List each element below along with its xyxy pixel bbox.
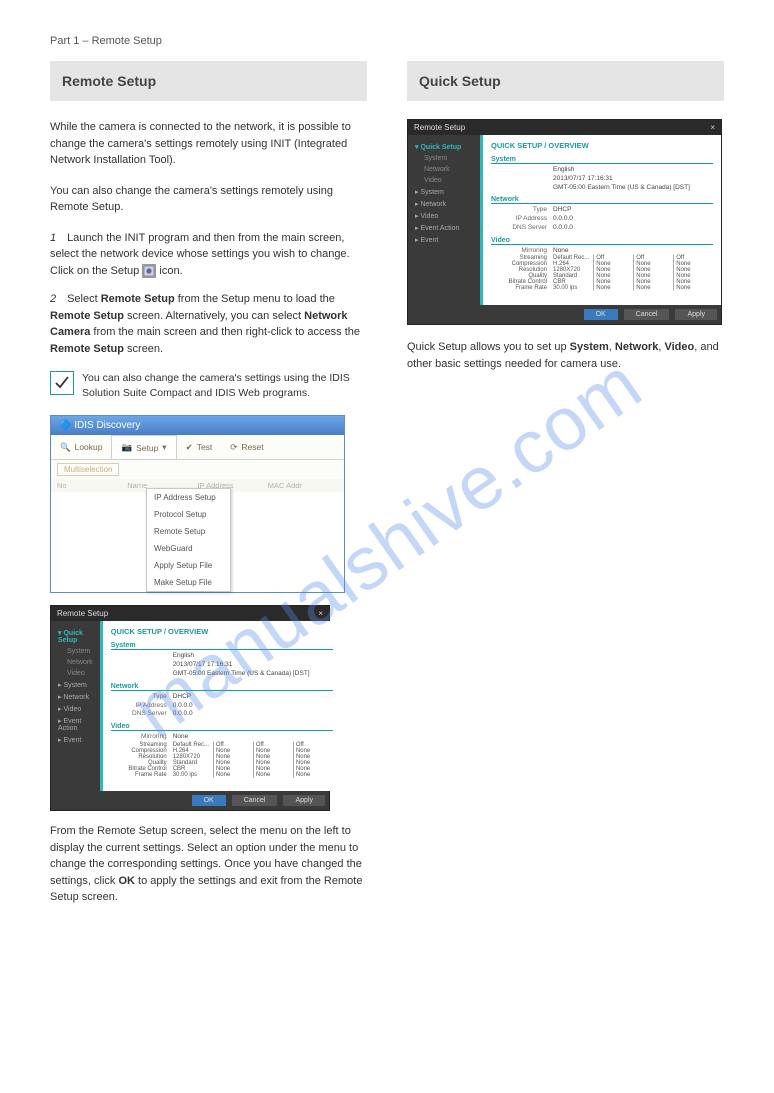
step-1: 1 Launch the INIT program and then from … — [50, 230, 367, 280]
quick-setup-description: Quick Setup allows you to set up System,… — [407, 339, 724, 372]
section-video: Video — [111, 723, 333, 731]
nav-event-action[interactable]: ▸ Event Action — [408, 222, 480, 234]
breadcrumb: QUICK SETUP / OVERVIEW — [111, 627, 333, 636]
chapter-label: Part 1 – Remote Setup — [50, 35, 724, 47]
menu-remote-setup[interactable]: Remote Setup — [147, 523, 230, 540]
nav-network-sub[interactable]: Network — [51, 657, 100, 668]
nav-video-sub[interactable]: Video — [408, 175, 480, 186]
section-system: System — [491, 156, 713, 164]
section-system: System — [111, 642, 333, 650]
remote-setup-window-small: Remote Setup × ▾ Quick Setup System Netwo… — [50, 605, 330, 811]
section-header-quick-setup: Quick Setup — [407, 61, 724, 101]
nav-video[interactable]: ▸ Video — [51, 703, 100, 715]
menu-webguard[interactable]: WebGuard — [147, 540, 230, 557]
menu-apply-setup-file[interactable]: Apply Setup File — [147, 557, 230, 574]
nav-event[interactable]: ▸ Event — [51, 734, 100, 746]
net-dns: 0.0.0.0 — [173, 710, 333, 719]
net-dns: 0.0.0.0 — [553, 224, 713, 233]
nav-video-sub[interactable]: Video — [51, 668, 100, 679]
reset-button[interactable]: ⟳ Reset — [221, 435, 272, 459]
step-2: 2 Select Remote Setup from the Setup men… — [50, 291, 367, 357]
rs-title: Remote Setup — [414, 123, 465, 132]
nav-quick-setup[interactable]: ▾ Quick Setup — [408, 141, 480, 153]
rs-sidebar: ▾ Quick Setup System Network Video ▸ Sys… — [408, 135, 480, 305]
rs-title: Remote Setup — [57, 609, 108, 618]
nav-system[interactable]: ▸ System — [51, 679, 100, 691]
nav-video[interactable]: ▸ Video — [408, 210, 480, 222]
multiselection-toggle[interactable]: Multiselection — [57, 463, 119, 476]
intro-paragraph-1: While the camera is connected to the net… — [50, 119, 367, 169]
close-icon[interactable]: × — [318, 609, 323, 618]
nav-quick-setup[interactable]: ▾ Quick Setup — [51, 627, 100, 646]
rs-content: QUICK SETUP / OVERVIEW System English 20… — [100, 621, 341, 791]
setup-dropdown-menu: IP Address Setup Protocol Setup Remote S… — [146, 488, 231, 592]
nav-event[interactable]: ▸ Event — [408, 234, 480, 246]
intro-paragraph-2: You can also change the camera's setting… — [50, 183, 367, 216]
nav-system-sub[interactable]: System — [408, 153, 480, 164]
nav-event-action[interactable]: ▸ Event Action — [51, 715, 100, 734]
menu-make-setup-file[interactable]: Make Setup File — [147, 574, 230, 591]
cancel-button[interactable]: Cancel — [232, 795, 278, 806]
nav-system[interactable]: ▸ System — [408, 186, 480, 198]
remote-setup-window-big: Remote Setup × ▾ Quick Setup System Netwo… — [407, 119, 722, 325]
system-tz: GMT-05:00 Eastern Time (US & Canada) [DS… — [173, 670, 333, 679]
breadcrumb: QUICK SETUP / OVERVIEW — [491, 141, 713, 150]
note-block: You can also change the camera's setting… — [50, 371, 367, 401]
net-ip: 0.0.0.0 — [173, 702, 333, 711]
section-video: Video — [491, 237, 713, 245]
net-type: DHCP — [173, 693, 333, 702]
nav-system-sub[interactable]: System — [51, 646, 100, 657]
setup-icon — [142, 264, 156, 278]
nav-network[interactable]: ▸ Network — [51, 691, 100, 703]
system-lang: English — [553, 166, 713, 175]
step-number: 1 — [50, 230, 64, 247]
mirror: None — [173, 733, 333, 742]
section-header-remote-setup: Remote Setup — [50, 61, 367, 101]
close-icon[interactable]: × — [710, 123, 715, 132]
col-mac: MAC Addr — [268, 481, 338, 490]
system-date: 2013/07/17 17:16:31 — [553, 175, 713, 184]
rs-sidebar: ▾ Quick Setup System Network Video ▸ Sys… — [51, 621, 100, 791]
idis-discovery-window: 🔷 IDIS Discovery 🔍 Lookup 📷 Setup ▾ ✔ Te… — [50, 415, 345, 593]
setup-button[interactable]: 📷 Setup ▾ — [111, 435, 176, 459]
apply-button[interactable]: Apply — [675, 309, 717, 320]
net-ip: 0.0.0.0 — [553, 215, 713, 224]
test-button[interactable]: ✔ Test — [177, 435, 222, 459]
idis-titlebar: 🔷 IDIS Discovery — [51, 416, 344, 435]
menu-ip-address-setup[interactable]: IP Address Setup — [147, 489, 230, 506]
apply-button[interactable]: Apply — [283, 795, 325, 806]
left-description: From the Remote Setup screen, select the… — [50, 823, 367, 906]
check-icon — [50, 371, 74, 395]
rs-content: QUICK SETUP / OVERVIEW System English 20… — [480, 135, 721, 305]
lookup-button[interactable]: 🔍 Lookup — [51, 435, 111, 459]
mirror: None — [553, 247, 713, 256]
cancel-button[interactable]: Cancel — [624, 309, 670, 320]
system-tz: GMT-05:00 Eastern Time (US & Canada) [DS… — [553, 184, 713, 193]
ok-button[interactable]: OK — [192, 795, 226, 806]
col-no: No — [57, 481, 127, 490]
section-network: Network — [111, 683, 333, 691]
section-network: Network — [491, 196, 713, 204]
system-lang: English — [173, 652, 333, 661]
note-text: You can also change the camera's setting… — [82, 371, 367, 401]
system-date: 2013/07/17 17:16:31 — [173, 661, 333, 670]
nav-network-sub[interactable]: Network — [408, 164, 480, 175]
nav-network[interactable]: ▸ Network — [408, 198, 480, 210]
net-type: DHCP — [553, 206, 713, 215]
ok-button[interactable]: OK — [584, 309, 618, 320]
menu-protocol-setup[interactable]: Protocol Setup — [147, 506, 230, 523]
step-number: 2 — [50, 291, 64, 308]
